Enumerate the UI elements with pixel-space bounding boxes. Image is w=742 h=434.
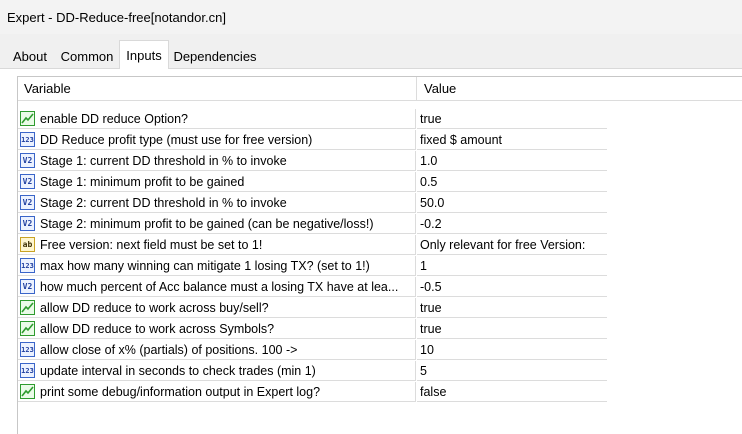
table-row[interactable]: 123 max how many winning can mitigate 1 l… (18, 256, 742, 277)
variable-cell[interactable]: print some debug/information output in E… (18, 382, 416, 402)
value-cell[interactable]: 0.5 (417, 172, 607, 192)
variable-name: allow DD reduce to work across Symbols? (40, 321, 275, 336)
value-cell[interactable]: true (417, 109, 607, 129)
table-row[interactable]: print some debug/information output in E… (18, 382, 742, 403)
value-cell[interactable]: 1 (417, 256, 607, 276)
window-title: Expert - DD-Reduce-free[notandor.cn] (7, 9, 226, 25)
variable-cell[interactable]: V2 Stage 2: current DD threshold in % to … (18, 193, 416, 213)
value-cell[interactable]: 5 (417, 361, 607, 381)
inputs-panel: Variable Value enable DD reduce Option? t… (0, 69, 742, 434)
variable-name: allow DD reduce to work across buy/sell? (40, 300, 269, 315)
table-row[interactable]: V2 Stage 2: minimum profit to be gained (… (18, 214, 742, 235)
double-icon: V2 (20, 153, 35, 168)
table-row[interactable]: 123 update interval in seconds to check t… (18, 361, 742, 382)
double-icon: V2 (20, 279, 35, 294)
table-row[interactable]: V2 Stage 1: minimum profit to be gained 0.… (18, 172, 742, 193)
variable-name: print some debug/information output in E… (40, 384, 321, 399)
double-icon: V2 (20, 195, 35, 210)
variable-cell[interactable]: ab Free version: next field must be set t… (18, 235, 416, 255)
variable-name: max how many winning can mitigate 1 losi… (40, 258, 370, 273)
integer-icon: 123 (20, 342, 35, 357)
variable-cell[interactable]: V2 Stage 1: minimum profit to be gained (18, 172, 416, 192)
value-cell[interactable]: true (417, 298, 607, 318)
variable-cell[interactable]: 123 max how many winning can mitigate 1 l… (18, 256, 416, 276)
double-icon: V2 (20, 216, 35, 231)
tab-common[interactable]: Common (56, 44, 118, 69)
variable-name: Stage 2: current DD threshold in % to in… (40, 195, 287, 210)
table-row[interactable]: V2 Stage 1: current DD threshold in % to … (18, 151, 742, 172)
boolean-icon (20, 111, 35, 126)
tab-bar: About Common Inputs Dependencies (0, 40, 742, 70)
value-cell[interactable]: 10 (417, 340, 607, 360)
table-row[interactable]: allow DD reduce to work across buy/sell?… (18, 298, 742, 319)
variable-name: allow close of x% (partials) of position… (40, 342, 298, 357)
tab-dependencies[interactable]: Dependencies (170, 44, 260, 69)
variable-cell[interactable]: 123 update interval in seconds to check t… (18, 361, 416, 381)
integer-icon: 123 (20, 258, 35, 273)
variable-name: Free version: next field must be set to … (40, 237, 263, 252)
integer-icon: 123 (20, 132, 35, 147)
variable-cell[interactable]: V2 how much percent of Acc balance must a… (18, 277, 416, 297)
table-row[interactable]: V2 how much percent of Acc balance must a… (18, 277, 742, 298)
boolean-icon (20, 321, 35, 336)
variable-name: enable DD reduce Option? (40, 111, 189, 126)
value-cell[interactable]: 50.0 (417, 193, 607, 213)
variable-name: update interval in seconds to check trad… (40, 363, 316, 378)
variable-name: Stage 1: minimum profit to be gained (40, 174, 245, 189)
value-cell[interactable]: Only relevant for free Version: (417, 235, 607, 255)
value-cell[interactable]: 1.0 (417, 151, 607, 171)
table-row[interactable]: V2 Stage 2: current DD threshold in % to … (18, 193, 742, 214)
table-row[interactable]: ab Free version: next field must be set t… (18, 235, 742, 256)
table-row[interactable]: 123 allow close of x% (partials) of posit… (18, 340, 742, 361)
variable-name: how much percent of Acc balance must a l… (40, 279, 399, 294)
variable-cell[interactable]: allow DD reduce to work across Symbols? (18, 319, 416, 339)
boolean-icon (20, 300, 35, 315)
tab-inputs[interactable]: Inputs (119, 40, 169, 70)
header-divider[interactable] (416, 77, 417, 100)
string-icon: ab (20, 237, 35, 252)
tab-about[interactable]: About (7, 44, 53, 69)
value-cell[interactable]: -0.5 (417, 277, 607, 297)
double-icon: V2 (20, 174, 35, 189)
header-variable[interactable]: Variable (24, 77, 71, 100)
table-row[interactable]: enable DD reduce Option? true (18, 109, 742, 130)
grid-header: Variable Value (18, 77, 742, 101)
value-cell[interactable]: true (417, 319, 607, 339)
variable-name: DD Reduce profit type (must use for free… (40, 132, 313, 147)
variable-cell[interactable]: enable DD reduce Option? (18, 109, 416, 129)
header-value[interactable]: Value (424, 77, 456, 100)
table-row[interactable]: allow DD reduce to work across Symbols? t… (18, 319, 742, 340)
variable-cell[interactable]: 123 allow close of x% (partials) of posit… (18, 340, 416, 360)
boolean-icon (20, 384, 35, 399)
variable-cell[interactable]: V2 Stage 1: current DD threshold in % to … (18, 151, 416, 171)
variable-name: Stage 1: current DD threshold in % to in… (40, 153, 287, 168)
variable-cell[interactable]: allow DD reduce to work across buy/sell? (18, 298, 416, 318)
variable-cell[interactable]: V2 Stage 2: minimum profit to be gained (… (18, 214, 416, 234)
integer-icon: 123 (20, 363, 35, 378)
variable-cell[interactable]: 123 DD Reduce profit type (must use for f… (18, 130, 416, 150)
inputs-grid: Variable Value enable DD reduce Option? t… (17, 76, 742, 434)
value-cell[interactable]: -0.2 (417, 214, 607, 234)
value-cell[interactable]: fixed $ amount (417, 130, 607, 150)
variable-name: Stage 2: minimum profit to be gained (ca… (40, 216, 374, 231)
window-title-bar: Expert - DD-Reduce-free[notandor.cn] (0, 0, 742, 34)
table-row[interactable]: 123 DD Reduce profit type (must use for f… (18, 130, 742, 151)
value-cell[interactable]: false (417, 382, 607, 402)
